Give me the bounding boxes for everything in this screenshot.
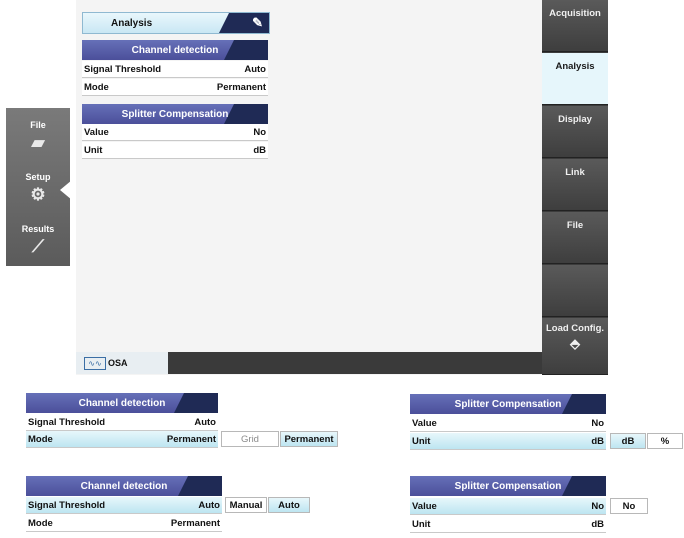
nav-label: Load Config. <box>545 323 605 334</box>
channel-detection-header: Channel detection <box>26 476 222 496</box>
nav-link[interactable]: Link <box>542 159 608 211</box>
header-tab <box>224 104 268 124</box>
mode-row[interactable]: Mode Permanent <box>82 79 268 96</box>
row-label: Signal Threshold <box>28 499 106 511</box>
nav-file[interactable]: File <box>542 212 608 264</box>
mode-row[interactable]: Mode Permanent <box>26 431 218 448</box>
panel-title: Channel detection <box>80 480 168 492</box>
row-value: Permanent <box>170 517 220 529</box>
osa-icon: ∿∿ <box>84 356 106 370</box>
header-tab <box>174 393 218 413</box>
left-nav-label: File <box>30 120 46 130</box>
splitter-compensation-title: Splitter Compensation <box>121 108 229 120</box>
row-value: Auto <box>244 63 266 75</box>
row-value: dB <box>591 435 604 447</box>
row-label: Value <box>412 417 437 429</box>
header-tab <box>562 394 606 414</box>
panel-title: Splitter Compensation <box>454 398 562 410</box>
nav-label: Analysis <box>555 61 595 72</box>
nav-acquisition[interactable]: Acquisition <box>542 0 608 52</box>
row-value: Auto <box>194 416 216 428</box>
analysis-header[interactable]: Analysis ✎ <box>82 12 270 34</box>
option-db[interactable]: dB <box>610 433 646 449</box>
row-label: Value <box>412 500 437 512</box>
unit-row[interactable]: Unit dB <box>410 433 606 450</box>
analysis-title: Analysis <box>111 17 153 29</box>
left-nav-label: Setup <box>25 172 51 182</box>
row-value: No <box>591 500 604 512</box>
nav-label: Acquisition <box>549 8 601 19</box>
row-label: Signal Threshold <box>28 416 106 428</box>
row-label: Mode <box>28 517 53 529</box>
signal-threshold-row[interactable]: Signal Threshold Auto <box>26 497 222 514</box>
value-row[interactable]: Value No <box>410 498 606 515</box>
header-tab <box>178 476 222 496</box>
option-auto[interactable]: Auto <box>268 497 310 513</box>
folder-icon: ▰ <box>31 133 45 152</box>
nav-analysis[interactable]: Analysis <box>542 53 608 105</box>
row-label: Unit <box>412 518 431 530</box>
row-value: Permanent <box>216 81 266 93</box>
channel-detection-title: Channel detection <box>131 44 219 56</box>
signal-threshold-row[interactable]: Signal Threshold Auto <box>26 414 218 431</box>
option-no[interactable]: No <box>610 498 648 514</box>
channel-detection-header: Channel detection <box>26 393 218 413</box>
row-label: Mode <box>84 81 109 93</box>
nav-label: Display <box>558 114 592 125</box>
unit-row[interactable]: Unit dB <box>410 516 606 533</box>
left-nav-results[interactable]: Results ⟋ <box>6 224 70 257</box>
row-value: No <box>591 417 604 429</box>
load-config-icon: ⬘ <box>570 336 580 351</box>
nav-load-config[interactable]: Load Config. ⬘ <box>542 318 608 375</box>
module-tab[interactable]: ∿∿ OSA <box>76 352 168 374</box>
splitter-compensation-header: Splitter Compensation <box>82 104 268 124</box>
nav-label: Link <box>565 167 585 178</box>
option-manual[interactable]: Manual <box>225 497 267 513</box>
signal-threshold-row[interactable]: Signal Threshold Auto <box>82 61 268 78</box>
row-value: No <box>253 126 266 138</box>
option-grid[interactable]: Grid <box>221 431 279 447</box>
row-label: Value <box>84 126 109 138</box>
header-tab <box>562 476 606 496</box>
row-label: Mode <box>28 433 53 445</box>
unit-row[interactable]: Unit dB <box>82 142 268 159</box>
value-row[interactable]: Value No <box>82 124 268 141</box>
chart-icon: ⟋ <box>32 237 44 256</box>
panel-title: Splitter Compensation <box>454 480 562 492</box>
analysis-header-tab <box>219 13 269 33</box>
row-value: dB <box>253 144 266 156</box>
channel-detection-header: Channel detection <box>82 40 268 60</box>
value-row[interactable]: Value No <box>410 415 606 432</box>
row-label: Unit <box>412 435 431 447</box>
module-label: OSA <box>108 358 128 368</box>
active-indicator <box>60 180 72 200</box>
option-percent[interactable]: % <box>647 433 683 449</box>
option-permanent[interactable]: Permanent <box>280 431 338 447</box>
row-value: Permanent <box>166 433 216 445</box>
left-nav-label: Results <box>21 224 55 234</box>
left-nav-file[interactable]: File ▰ <box>6 120 70 153</box>
nav-display[interactable]: Display <box>542 106 608 158</box>
row-value: dB <box>591 518 604 530</box>
panel-title: Channel detection <box>78 397 166 409</box>
splitter-compensation-header: Splitter Compensation <box>410 394 606 414</box>
row-label: Signal Threshold <box>84 63 162 75</box>
splitter-compensation-header: Splitter Compensation <box>410 476 606 496</box>
row-value: Auto <box>198 499 220 511</box>
nav-label: File <box>566 220 584 231</box>
mode-row[interactable]: Mode Permanent <box>26 515 222 532</box>
edit-icon[interactable]: ✎ <box>252 15 263 31</box>
nav-empty[interactable] <box>542 265 608 317</box>
row-label: Unit <box>84 144 103 156</box>
header-tab <box>224 40 268 60</box>
